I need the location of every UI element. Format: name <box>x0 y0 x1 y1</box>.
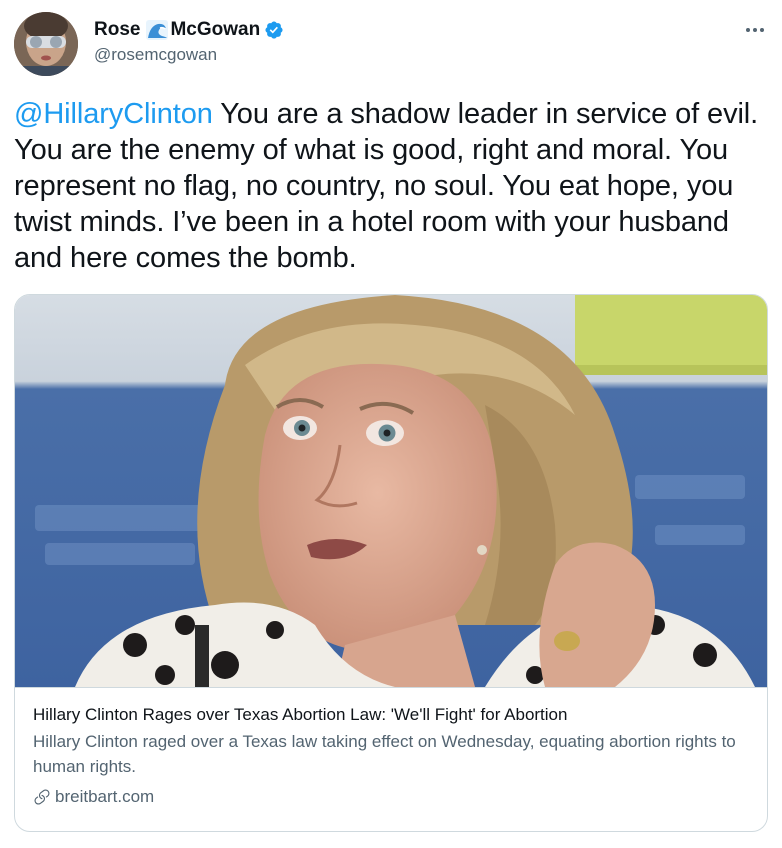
card-domain[interactable]: breitbart.com <box>33 785 749 809</box>
card-description: Hillary Clinton raged over a Texas law t… <box>33 732 736 776</box>
card-title[interactable]: Hillary Clinton Rages over Texas Abortio… <box>33 703 749 727</box>
card-image <box>15 295 767 687</box>
author-names: Rose McGowan @rosemcgowan <box>94 18 284 66</box>
water-wave-icon <box>146 20 169 40</box>
tweet-header: Rose McGowan @rosemcgowan <box>14 12 770 76</box>
author-avatar[interactable] <box>14 12 78 76</box>
card-divider <box>15 687 767 688</box>
tweet-text: @HillaryClinton You are a shadow leader … <box>14 96 770 276</box>
link-icon <box>34 789 50 805</box>
verified-badge-icon <box>264 20 284 40</box>
author-last-name: McGowan <box>170 19 261 40</box>
link-preview-card[interactable]: Hillary Clinton Rages over Texas Abortio… <box>14 294 768 832</box>
card-domain-text: breitbart.com <box>55 787 155 806</box>
card-body: Hillary Clinton Rages over Texas Abortio… <box>33 703 749 809</box>
more-options-icon[interactable] <box>740 18 770 42</box>
author-handle[interactable]: @rosemcgowan <box>94 44 284 66</box>
author-display-name[interactable]: Rose McGowan <box>94 18 284 42</box>
mention-link[interactable]: @HillaryClinton <box>14 98 213 130</box>
author-first-name: Rose <box>94 19 141 40</box>
